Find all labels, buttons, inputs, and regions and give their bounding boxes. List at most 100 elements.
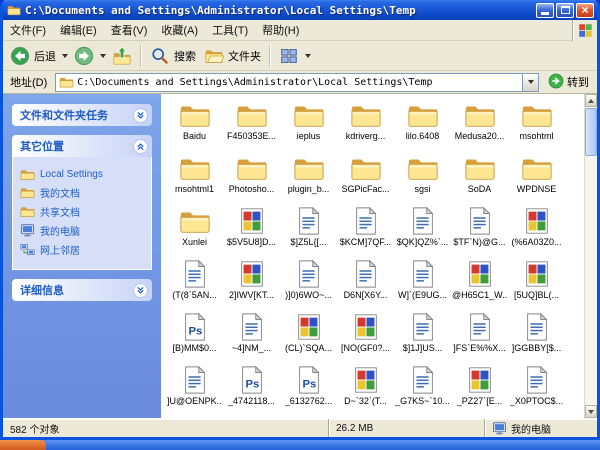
- sidebar-item-my-computer[interactable]: 我的电脑: [20, 223, 147, 238]
- file-item[interactable]: Ps _4742118...: [223, 364, 280, 416]
- file-item[interactable]: [5UQ]BL(...: [508, 258, 565, 310]
- file-label: D~`32`(T...: [344, 396, 387, 406]
- vertical-scrollbar[interactable]: [584, 94, 597, 418]
- file-item[interactable]: $]Z5L{[...: [280, 205, 337, 257]
- file-item[interactable]: $5V5U8]D...: [223, 205, 280, 257]
- sidebar-item-label: Local Settings: [40, 169, 103, 180]
- doc-icon: [521, 364, 553, 395]
- file-item[interactable]: SGPicFac...: [337, 152, 394, 204]
- file-label: 2]IWV[KT...: [228, 290, 274, 300]
- file-item[interactable]: (%6A03Z0...: [508, 205, 565, 257]
- sidebar-item-local-settings[interactable]: Local Settings: [20, 168, 147, 181]
- file-item[interactable]: $KCM]7QF...: [337, 205, 394, 257]
- file-item[interactable]: ]GGBBY[$...: [508, 311, 565, 363]
- file-item[interactable]: SoDA: [451, 152, 508, 204]
- file-item[interactable]: _G7KS~`10...: [394, 364, 451, 416]
- file-item[interactable]: Xunlei: [166, 205, 223, 257]
- file-item[interactable]: $QK]QZ%`...: [394, 205, 451, 257]
- sidebar-item-label: 我的文档: [40, 189, 80, 200]
- menu-item-edit[interactable]: 编辑(E): [53, 19, 104, 41]
- sidebar-item-shared-documents[interactable]: 共享文档: [20, 204, 147, 219]
- file-label: msohtml1: [174, 184, 214, 194]
- search-button[interactable]: 搜索: [146, 44, 200, 68]
- file-item[interactable]: msohtml: [508, 99, 565, 151]
- scroll-up-button[interactable]: [585, 94, 597, 107]
- forward-dropdown-arrow[interactable]: [100, 53, 106, 58]
- forward-button[interactable]: [70, 44, 98, 68]
- file-item[interactable]: Ps _6132762...: [280, 364, 337, 416]
- menu-item-file[interactable]: 文件(F): [3, 19, 53, 41]
- panel-header-other-places[interactable]: 其它位置: [12, 135, 152, 157]
- file-item[interactable]: Medusa20...: [451, 99, 508, 151]
- file-item[interactable]: Baidu: [166, 99, 223, 151]
- file-item[interactable]: Ps [B)MM$0...: [166, 311, 223, 363]
- folders-button[interactable]: 文件夹: [200, 44, 265, 68]
- file-item[interactable]: msohtml1: [166, 152, 223, 204]
- doc-icon: [407, 258, 439, 289]
- window-folder-icon: [7, 4, 21, 16]
- start-button[interactable]: [0, 440, 46, 450]
- back-label: 后退: [34, 50, 56, 63]
- back-button[interactable]: 后退: [6, 44, 60, 68]
- menu-item-help[interactable]: 帮助(H): [255, 19, 306, 41]
- file-item[interactable]: ]FS`E%%X...: [451, 311, 508, 363]
- sidebar-item-my-documents[interactable]: 我的文档: [20, 185, 147, 200]
- file-item[interactable]: )]0)6WO~...: [280, 258, 337, 310]
- menu-item-tools[interactable]: 工具(T): [205, 19, 255, 41]
- scroll-thumb[interactable]: [585, 108, 597, 156]
- panel-header-details[interactable]: 详细信息: [12, 279, 152, 301]
- image-icon: [464, 258, 496, 289]
- chevron-down-icon[interactable]: [133, 107, 148, 123]
- chevron-up-icon[interactable]: [133, 138, 148, 154]
- maximize-button[interactable]: [556, 2, 574, 18]
- file-item[interactable]: _PZ27`[E...: [451, 364, 508, 416]
- scroll-down-button[interactable]: [585, 405, 597, 418]
- file-item[interactable]: W]`(E9UG...: [394, 258, 451, 310]
- status-location: 我的电脑: [485, 419, 597, 437]
- address-input[interactable]: C:\Documents and Settings\Administrator\…: [55, 72, 539, 92]
- status-bar: 582 个对象 26.2 MB 我的电脑: [3, 418, 597, 437]
- views-button[interactable]: [275, 44, 317, 68]
- file-item[interactable]: D6N[X6Y...: [337, 258, 394, 310]
- file-item[interactable]: kdriverg...: [337, 99, 394, 151]
- menu-item-view[interactable]: 查看(V): [104, 19, 155, 41]
- folder-icon: [521, 99, 553, 130]
- file-item[interactable]: ~4]NM_...: [223, 311, 280, 363]
- file-item[interactable]: F450353E...: [223, 99, 280, 151]
- panel-header-file-and-folder-tasks[interactable]: 文件和文件夹任务: [12, 104, 152, 126]
- close-button[interactable]: [576, 2, 594, 18]
- taskbar: [0, 440, 600, 450]
- file-item[interactable]: $TF`N)@G...: [451, 205, 508, 257]
- file-item[interactable]: lilo.6408: [394, 99, 451, 151]
- file-item[interactable]: (CL)`SQA...: [280, 311, 337, 363]
- file-item[interactable]: D~`32`(T...: [337, 364, 394, 416]
- address-dropdown-button[interactable]: [522, 73, 538, 91]
- file-item[interactable]: ieplus: [280, 99, 337, 151]
- file-item[interactable]: $]1J]US...: [394, 311, 451, 363]
- file-item[interactable]: @H65C1_W...: [451, 258, 508, 310]
- file-item[interactable]: sgsi: [394, 152, 451, 204]
- file-item[interactable]: (T(8`5AN...: [166, 258, 223, 310]
- chevron-down-icon[interactable]: [133, 282, 148, 298]
- status-location-label: 我的电脑: [511, 424, 551, 436]
- doc-icon: [350, 205, 382, 236]
- back-icon: [10, 46, 30, 66]
- file-item[interactable]: [NO(GF0?...: [337, 311, 394, 363]
- file-item[interactable]: ]U@OENPK...: [166, 364, 223, 416]
- go-button[interactable]: 转到: [543, 73, 594, 92]
- file-item[interactable]: _X0PTOC$...: [508, 364, 565, 416]
- doc-icon: [521, 311, 553, 342]
- minimize-button[interactable]: [536, 2, 554, 18]
- network-icon: [20, 243, 35, 256]
- file-item[interactable]: plugin_b...: [280, 152, 337, 204]
- file-item[interactable]: 2]IWV[KT...: [223, 258, 280, 310]
- file-item[interactable]: Photosho...: [223, 152, 280, 204]
- folder-icon: [179, 99, 211, 130]
- sidebar-item-network-places[interactable]: 网上邻居: [20, 242, 147, 257]
- scroll-track[interactable]: [585, 107, 597, 405]
- file-label: [5UQ]BL(...: [513, 290, 559, 300]
- back-dropdown-arrow[interactable]: [62, 53, 68, 58]
- file-item[interactable]: WPDNSE: [508, 152, 565, 204]
- up-button[interactable]: [108, 44, 136, 68]
- menu-item-favorites[interactable]: 收藏(A): [154, 19, 205, 41]
